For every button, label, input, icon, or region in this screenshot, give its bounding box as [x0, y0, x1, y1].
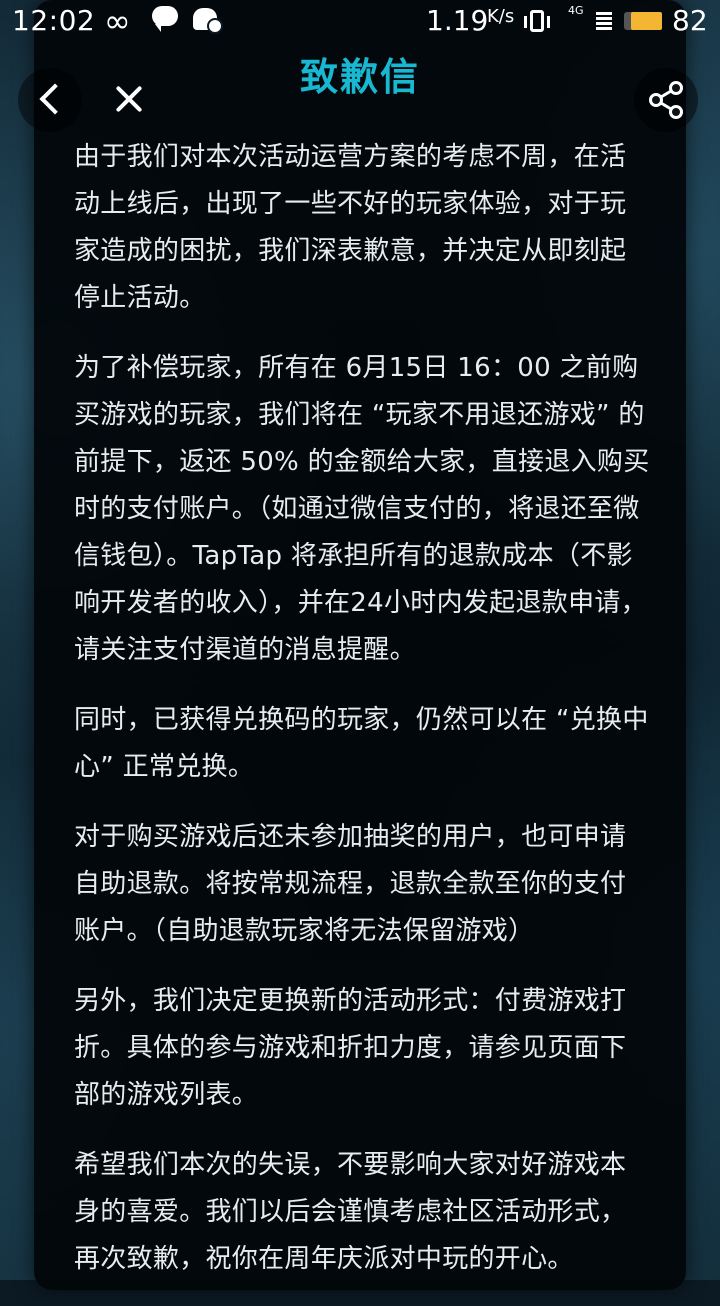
letter-paragraph: 希望我们本次的失误，不要影响大家对好游戏本身的喜爱。我们以后会谨慎考虑社区活动形…	[74, 1150, 627, 1274]
letter-body: 由于我们对本次活动运营方案的考虑不周，在活动上线后，出现了一些不好的玩家体验，对…	[74, 134, 650, 1306]
status-time: 12:02	[12, 4, 96, 37]
letter-paragraph: 由于我们对本次活动运营方案的考虑不周，在活动上线后，出现了一些不好的玩家体验，对…	[74, 142, 627, 313]
battery-fill	[630, 12, 662, 30]
letter-paragraph: 对于购买游戏后还未参加抽奖的用户，也可申请自助退款。将按常规流程，退款全款至你的…	[74, 822, 627, 946]
network-speed: 1.19	[426, 4, 489, 37]
chevron-left-icon	[39, 83, 71, 115]
back-button[interactable]	[18, 68, 82, 132]
letter-paragraph: 同时，已获得兑换码的玩家，仍然可以在 “兑换中心” 正常兑换。	[74, 705, 649, 782]
battery-icon	[624, 12, 662, 30]
signal-icon	[596, 12, 612, 30]
chat-icon	[152, 6, 178, 32]
vibrate-icon	[524, 10, 550, 32]
bot-icon	[193, 8, 223, 34]
close-button[interactable]	[98, 68, 162, 132]
share-button[interactable]	[634, 68, 698, 132]
battery-level: 82	[672, 4, 708, 37]
letter-paragraph: 为了补偿玩家，所有在 6月15日 16：00 之前购买游戏的玩家，我们将在 “玩…	[74, 353, 650, 665]
infinity-icon: ∞	[104, 2, 131, 40]
network-type: 4G	[568, 4, 584, 17]
network-speed-unit: K/s	[487, 6, 515, 27]
status-bar: 12:02 ∞ 1.19 K/s 4G 82	[0, 0, 720, 44]
share-icon	[649, 81, 683, 119]
letter-paragraph: 另外，我们决定更换新的活动形式：付费游戏打折。具体的参与游戏和折扣力度，请参见页…	[74, 986, 627, 1110]
